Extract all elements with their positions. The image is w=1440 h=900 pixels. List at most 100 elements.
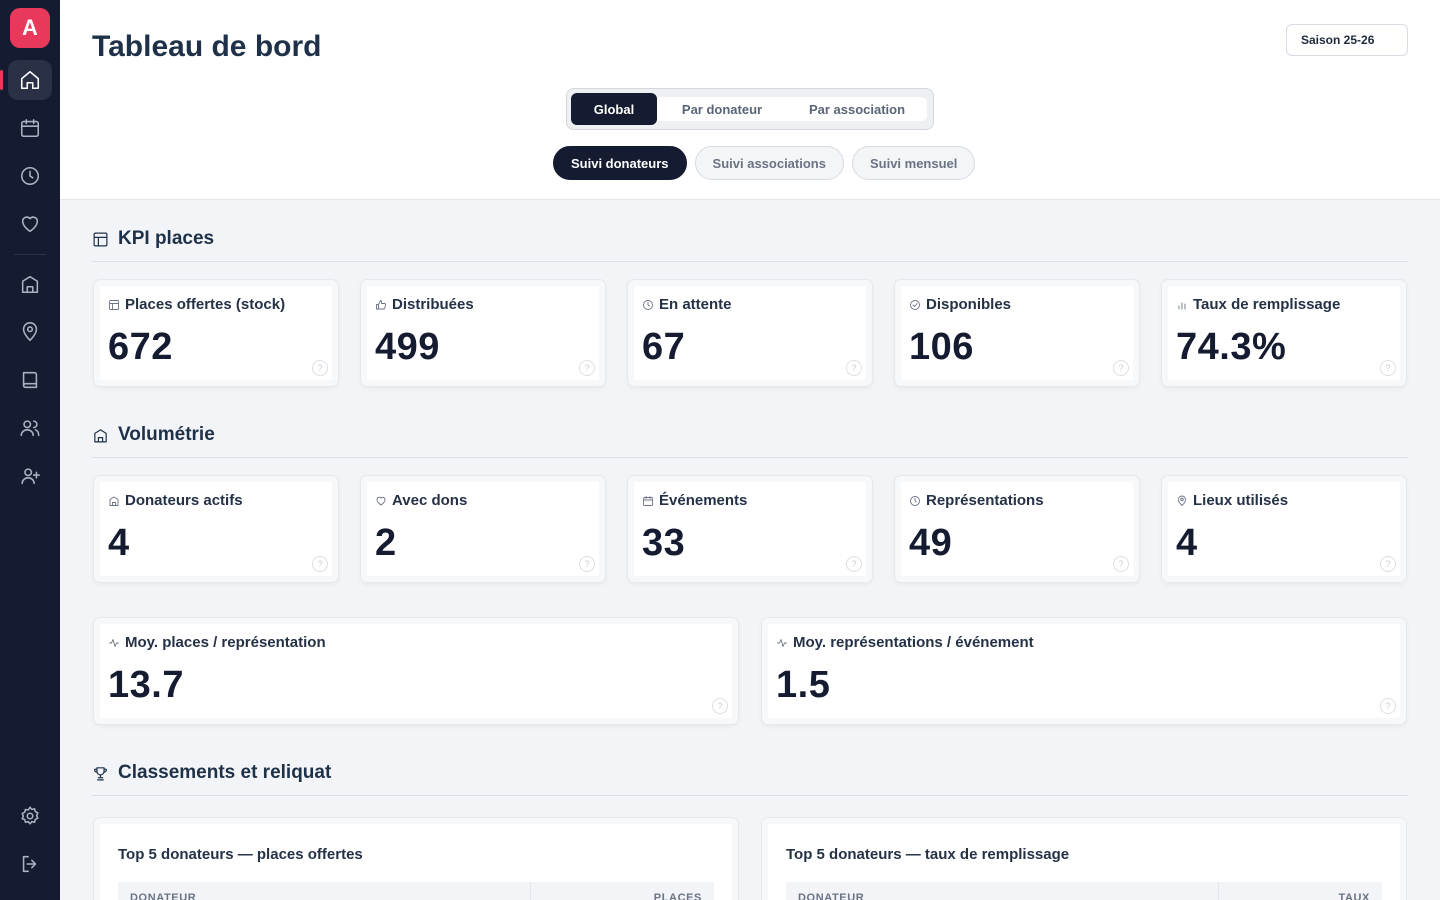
card-value: 4 [108, 522, 130, 564]
season-selector[interactable]: Saison 25-26 [1286, 24, 1408, 56]
calendar-icon [643, 495, 653, 506]
tab-par-association[interactable]: Par association [787, 97, 927, 121]
card-label: Représentations [909, 492, 1044, 509]
column-header-donateur[interactable]: DONATEUR [130, 892, 196, 900]
tab-global[interactable]: Global [571, 93, 657, 125]
heart-icon [21, 216, 39, 233]
help-icon[interactable]: ? [1113, 556, 1129, 572]
card-label-text: Lieux utilisés [1193, 492, 1289, 509]
sidebar-divider [14, 254, 46, 255]
help-icon[interactable]: ? [712, 698, 728, 714]
box-icon [93, 232, 108, 246]
card-value: 49 [909, 522, 953, 564]
card-label: Taux de remplissage [1176, 296, 1340, 313]
ranking-table-title: Top 5 donateurs — taux de remplissage [786, 846, 1070, 863]
thumbs-up-icon [376, 299, 386, 309]
sidebar: A [0, 0, 60, 900]
card-value: 106 [909, 326, 974, 368]
trophy-icon [94, 766, 107, 780]
pill-suivi-associations[interactable]: Suivi associations [694, 146, 844, 180]
card-label-text: Moy. places / représentation [125, 634, 326, 651]
card-label: Distribuées [375, 296, 474, 313]
volume-card-moy-representations-evenement: Moy. représentations / événement 1.5 ? [762, 618, 1406, 724]
column-separator [1218, 882, 1219, 900]
help-icon[interactable]: ? [1113, 360, 1129, 376]
card-label-text: Événements [659, 492, 748, 509]
check-circle-icon [910, 299, 920, 310]
sidebar-item-users[interactable] [8, 408, 52, 448]
users-icon [20, 420, 40, 437]
book-icon [22, 371, 38, 389]
card-label: En attente [642, 296, 732, 313]
ranking-table-title: Top 5 donateurs — places offertes [118, 846, 363, 863]
pill-suivi-donateurs[interactable]: Suivi donateurs [553, 146, 687, 180]
volume-card-evenements: Événements 33 ? [628, 476, 872, 582]
help-icon[interactable]: ? [1380, 556, 1396, 572]
section-divider [92, 795, 1408, 796]
sidebar-item-home[interactable] [0, 60, 52, 100]
help-icon[interactable]: ? [312, 556, 328, 572]
card-value: 67 [642, 326, 686, 368]
kpi-card-disponibles: Disponibles 106 ? [895, 280, 1139, 386]
card-label-text: Taux de remplissage [1193, 296, 1341, 313]
section-title-text: KPI places [118, 228, 215, 249]
sidebar-item-places[interactable] [8, 312, 52, 352]
user-plus-icon [21, 468, 40, 485]
column-separator [530, 882, 531, 900]
help-icon[interactable]: ? [846, 556, 862, 572]
card-value: 33 [642, 522, 686, 564]
ranking-table-taux: Top 5 donateurs — taux de remplissage DO… [762, 818, 1406, 900]
clock-icon [910, 495, 920, 506]
section-title-text: Classements et reliquat [118, 762, 332, 783]
tab-par-donateur[interactable]: Par donateur [657, 97, 787, 121]
volume-card-avec-dons: Avec dons 2 ? [361, 476, 605, 582]
card-label: Moy. places / représentation [108, 634, 326, 651]
gear-icon [21, 806, 39, 825]
kpi-card-taux-remplissage: Taux de remplissage 74.3% ? [1162, 280, 1406, 386]
card-label-text: Places offertes (stock) [125, 296, 286, 313]
pill-suivi-mensuel[interactable]: Suivi mensuel [851, 146, 976, 180]
help-icon[interactable]: ? [1380, 360, 1396, 376]
card-label: Donateurs actifs [108, 492, 243, 509]
help-icon[interactable]: ? [579, 556, 595, 572]
column-header-donateur[interactable]: DONATEUR [798, 892, 864, 900]
view-tabs: Global Par donateur Par association [566, 88, 934, 130]
help-icon[interactable]: ? [579, 360, 595, 376]
sidebar-item-logout[interactable] [8, 844, 52, 884]
card-value: 2 [375, 522, 397, 564]
section-title-classements: Classements et reliquat [92, 762, 331, 784]
map-pin-icon [22, 322, 38, 342]
card-value: 74.3% [1176, 326, 1287, 368]
app-logo[interactable]: A [10, 8, 50, 48]
card-label-text: Moy. représentations / événement [793, 634, 1034, 651]
help-icon[interactable]: ? [1380, 698, 1396, 714]
help-icon[interactable]: ? [846, 360, 862, 376]
map-pin-icon [1178, 495, 1186, 506]
sidebar-item-add-user[interactable] [8, 456, 52, 496]
column-header-taux[interactable]: TAUX [1338, 892, 1370, 900]
sidebar-item-donors[interactable] [8, 264, 52, 304]
sidebar-item-calendar[interactable] [8, 108, 52, 148]
card-value: 672 [108, 326, 173, 368]
heart-icon [376, 496, 386, 505]
view-tabs-inactive: Par donateur Par association [657, 97, 927, 121]
sidebar-item-settings[interactable] [8, 796, 52, 836]
kpi-card-en-attente: En attente 67 ? [628, 280, 872, 386]
card-label-text: Avec dons [392, 492, 468, 509]
help-icon[interactable]: ? [312, 360, 328, 376]
box-icon [109, 299, 119, 310]
card-value: 499 [375, 326, 440, 368]
card-label-text: Distribuées [392, 296, 474, 313]
kpi-card-places-offertes: Places offertes (stock) 672 ? [94, 280, 338, 386]
sidebar-item-history[interactable] [8, 156, 52, 196]
card-label: Avec dons [375, 492, 467, 509]
card-value: 13.7 [108, 664, 184, 706]
volume-card-moy-places-representation: Moy. places / représentation 13.7 ? [94, 618, 738, 724]
activity-icon [777, 638, 787, 647]
sidebar-item-catalog[interactable] [8, 360, 52, 400]
sidebar-item-donations[interactable] [8, 204, 52, 244]
page-title: Tableau de bord [92, 30, 322, 63]
volume-card-representations: Représentations 49 ? [895, 476, 1139, 582]
column-header-places[interactable]: PLACES [654, 892, 702, 900]
card-label: Places offertes (stock) [108, 296, 285, 313]
